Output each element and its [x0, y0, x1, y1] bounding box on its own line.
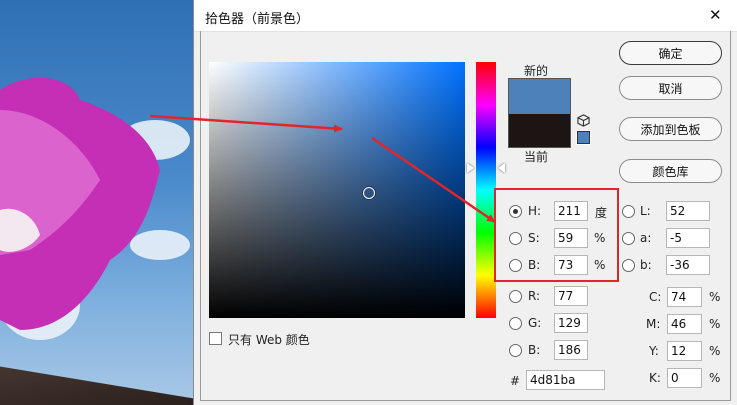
c-unit: %	[709, 290, 721, 304]
new-color-swatch	[508, 78, 571, 115]
morning-glory-flower	[0, 77, 160, 330]
y-label: Y:	[649, 344, 659, 358]
a-input[interactable]: -5	[666, 228, 710, 248]
cancel-button[interactable]: 取消	[619, 76, 722, 100]
hue-slider[interactable]	[476, 62, 496, 318]
l-label: L:	[640, 204, 651, 218]
current-color-swatch[interactable]	[508, 114, 571, 148]
close-button[interactable]: ✕	[692, 0, 737, 31]
m-label: M:	[646, 317, 661, 331]
radio-l[interactable]	[622, 205, 635, 218]
out-of-gamut-cube-icon[interactable]	[577, 114, 590, 127]
radio-lab-b[interactable]	[622, 259, 635, 272]
add-to-swatches-button[interactable]: 添加到色板	[619, 117, 722, 141]
k-input[interactable]: 0	[667, 368, 702, 388]
title-bar: 拾色器（前景色） ✕	[194, 0, 737, 32]
color-field-marker[interactable]	[363, 187, 375, 199]
hue-slider-handle-left[interactable]	[467, 163, 474, 173]
lab-b-label: b:	[640, 258, 652, 272]
current-color-label: 当前	[524, 150, 549, 164]
close-icon: ✕	[709, 6, 722, 24]
ok-button[interactable]: 确定	[619, 41, 722, 65]
web-only-label: 只有 Web 颜色	[228, 333, 310, 347]
radio-blue[interactable]	[509, 344, 522, 357]
new-color-label: 新的	[524, 64, 549, 78]
m-input[interactable]: 46	[667, 314, 702, 334]
r-input[interactable]: 77	[554, 286, 588, 306]
lab-b-input[interactable]: -36	[666, 255, 710, 275]
color-picker-dialog: 拾色器（前景色） ✕ 新的 当前 确定 取消 添加到色板 颜色库 H: 211 …	[193, 0, 737, 405]
background-photo	[0, 0, 200, 405]
web-safe-swatch[interactable]	[576, 130, 591, 145]
blue-label: B:	[528, 343, 541, 357]
m-unit: %	[709, 317, 721, 331]
web-only-checkbox[interactable]	[209, 332, 222, 345]
y-unit: %	[709, 344, 721, 358]
hue-slider-handle-right[interactable]	[498, 163, 505, 173]
a-label: a:	[640, 231, 652, 245]
g-input[interactable]: 129	[554, 313, 588, 333]
dialog-title: 拾色器（前景色）	[205, 12, 310, 27]
hex-input[interactable]: 4d81ba	[526, 370, 605, 390]
blue-input[interactable]: 186	[554, 340, 588, 360]
radio-a[interactable]	[622, 232, 635, 245]
radio-r[interactable]	[509, 290, 522, 303]
r-label: R:	[528, 289, 541, 303]
hex-label: #	[510, 374, 521, 388]
l-input[interactable]: 52	[666, 201, 710, 221]
k-unit: %	[709, 371, 721, 385]
k-label: K:	[649, 371, 661, 385]
g-label: G:	[528, 316, 542, 330]
hsb-highlight-box	[494, 188, 619, 282]
c-label: C:	[649, 290, 662, 304]
color-libraries-button[interactable]: 颜色库	[619, 159, 722, 183]
c-input[interactable]: 74	[667, 287, 702, 307]
radio-g[interactable]	[509, 317, 522, 330]
y-input[interactable]: 12	[667, 341, 702, 361]
saturation-brightness-field[interactable]	[209, 62, 465, 318]
